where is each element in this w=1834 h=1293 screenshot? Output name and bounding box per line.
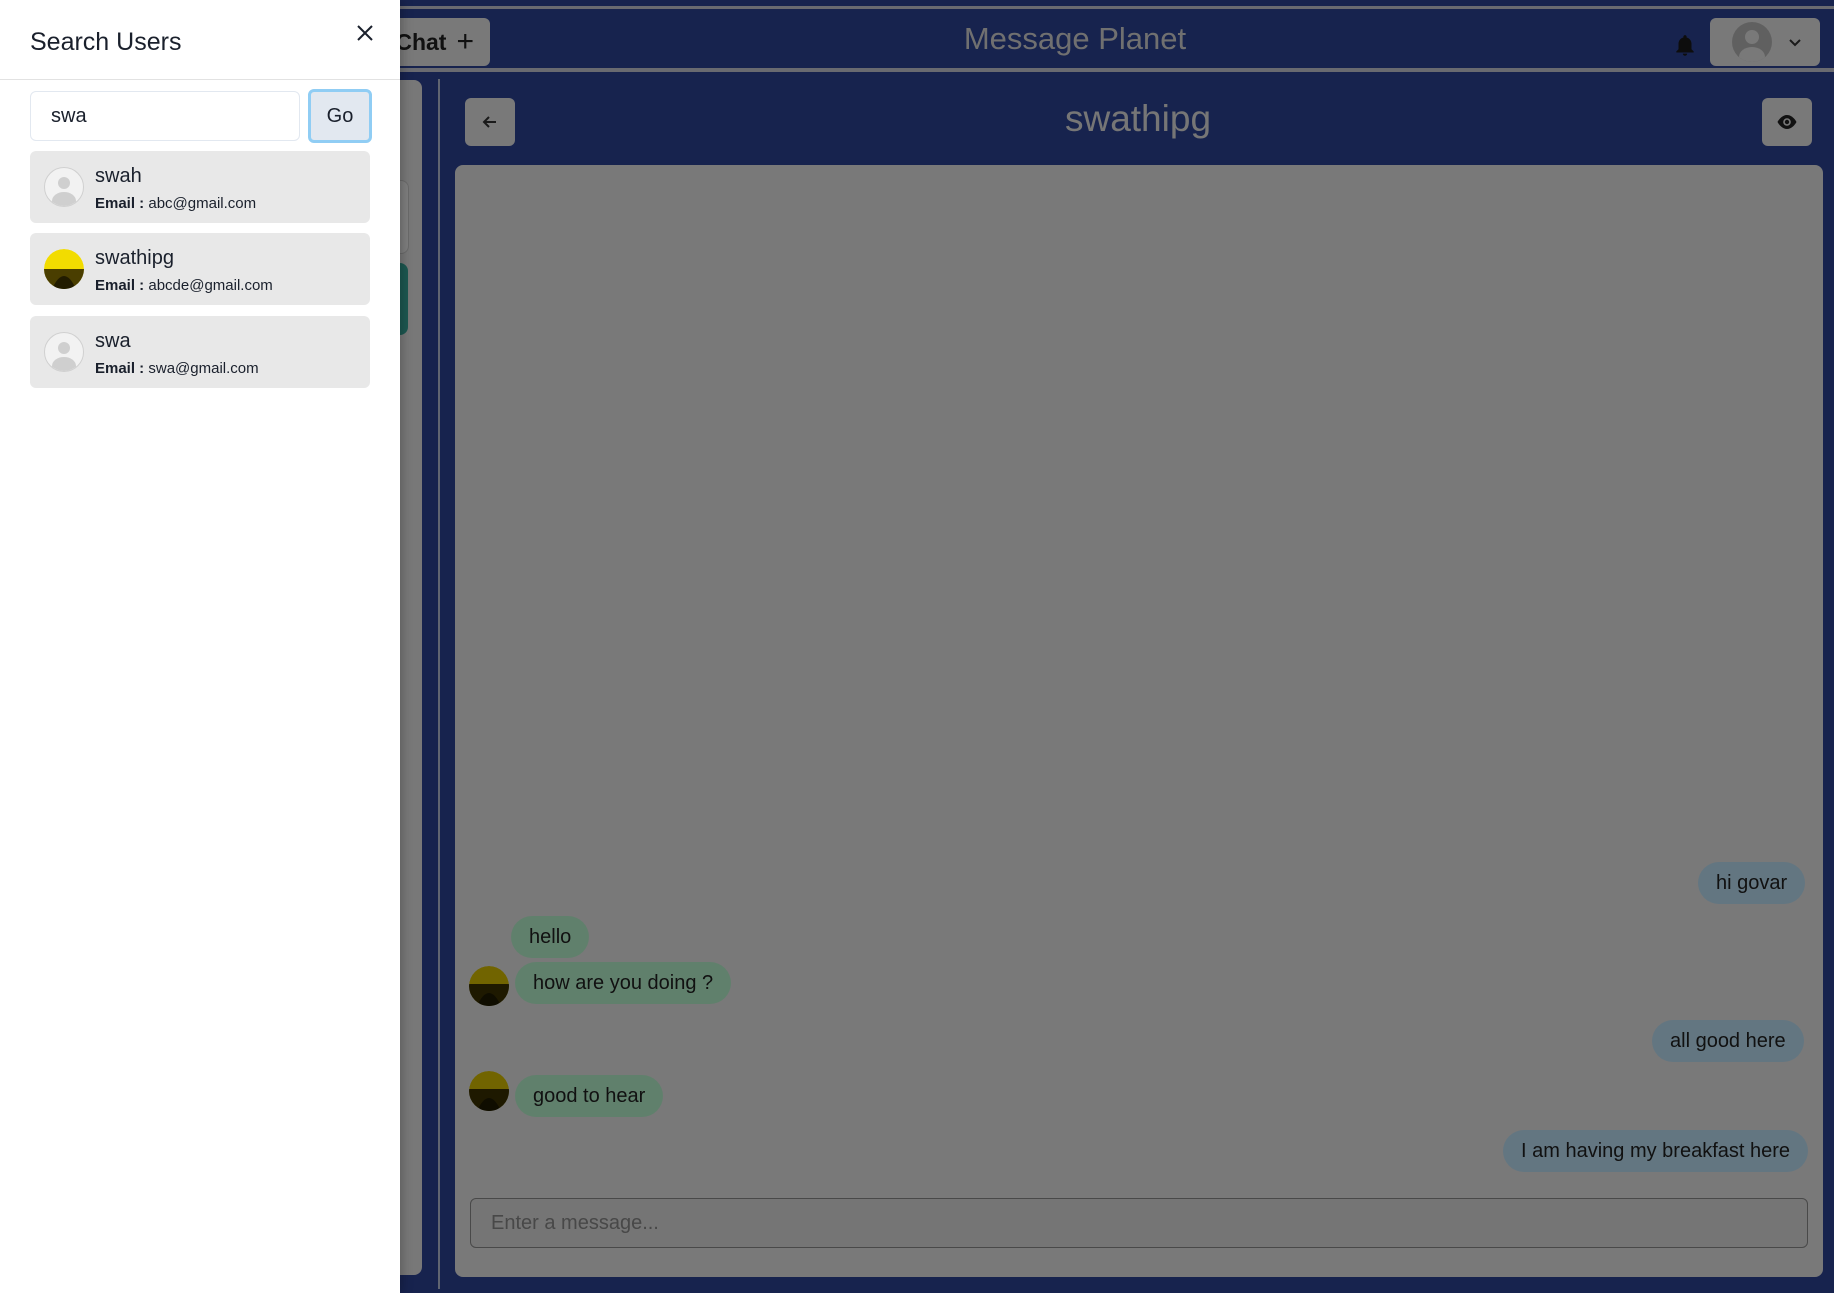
avatar-icon [44, 167, 84, 207]
user-email: Email : abcde@gmail.com [95, 277, 273, 294]
go-button[interactable]: Go [308, 89, 372, 143]
user-result-item[interactable]: swa Email : swa@gmail.com [30, 316, 370, 388]
user-photo-avatar [44, 249, 84, 289]
user-result-item[interactable]: swah Email : abc@gmail.com [30, 151, 370, 223]
user-email: Email : abc@gmail.com [95, 195, 257, 212]
user-name: swathipg [95, 247, 174, 269]
drawer-title: Search Users [30, 28, 182, 56]
avatar-icon [44, 332, 84, 372]
user-email: Email : swa@gmail.com [95, 360, 259, 377]
search-users-drawer: Search Users Go swah Email : abc@gmail.c… [0, 0, 400, 1293]
close-icon [357, 25, 373, 41]
user-name: swah [95, 165, 142, 187]
search-input[interactable] [30, 91, 300, 141]
drawer-header: Search Users [0, 0, 400, 80]
close-button[interactable] [350, 18, 380, 48]
user-result-item[interactable]: swathipg Email : abcde@gmail.com [30, 233, 370, 305]
user-name: swa [95, 330, 131, 352]
